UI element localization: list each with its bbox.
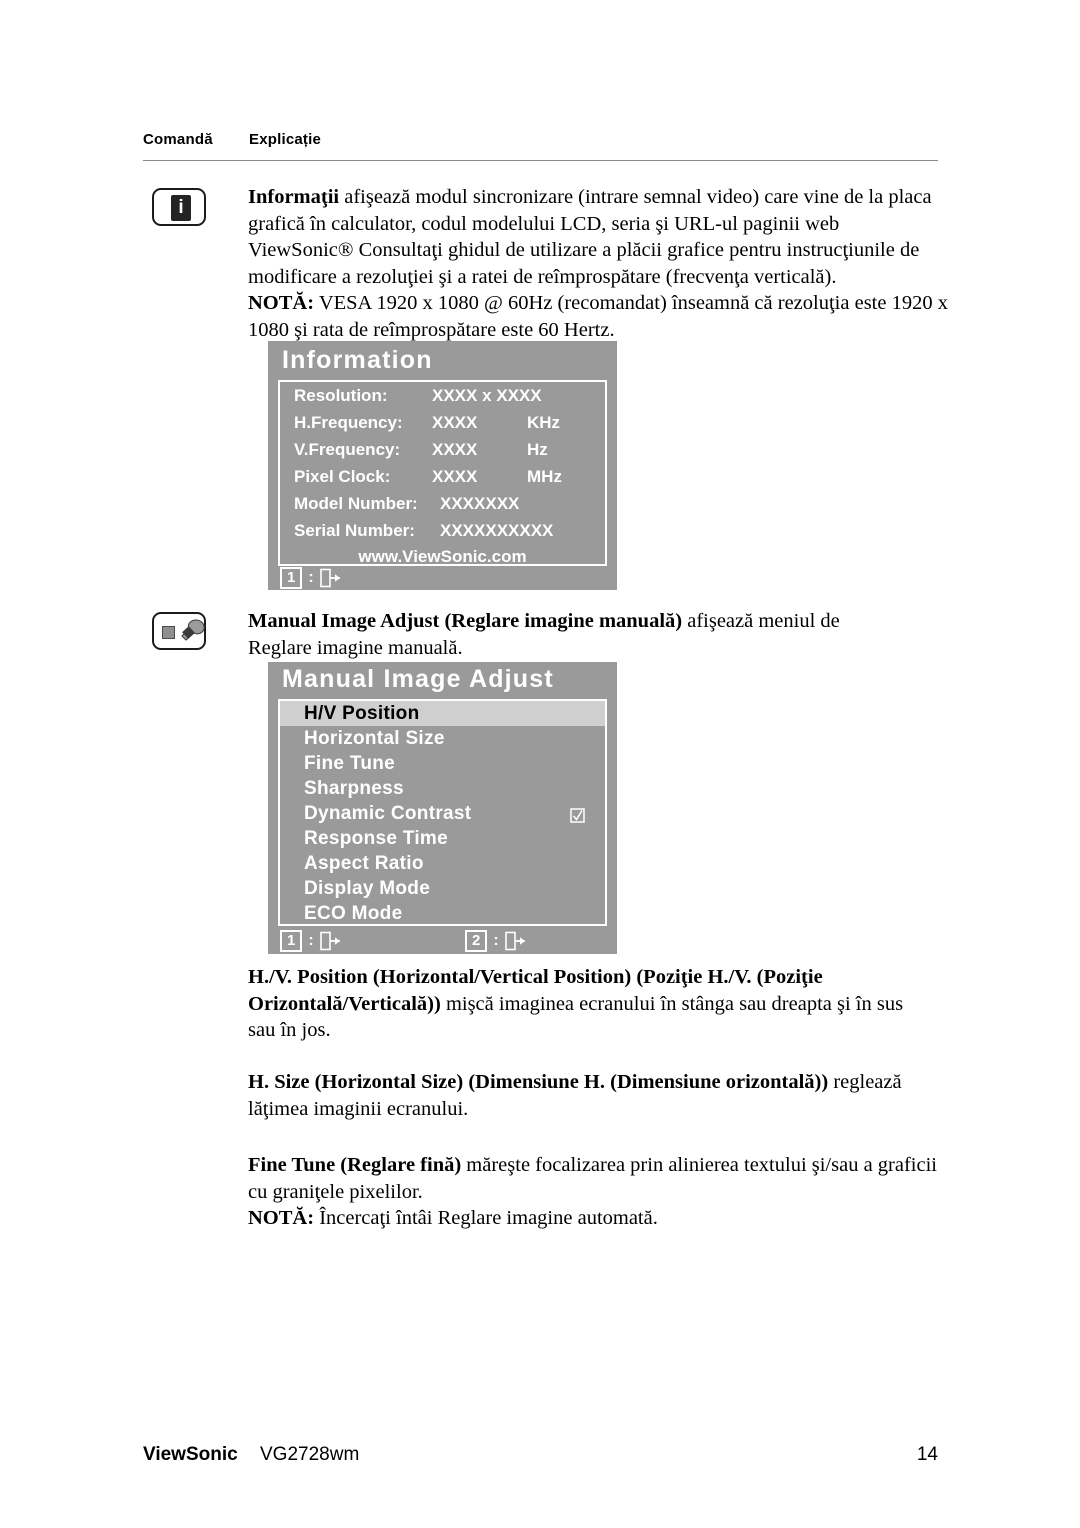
osd-panel-manual-image-adjust: Manual Image Adjust H/V Position Horizon…: [268, 662, 617, 954]
osd-menu-item-label: ECO Mode: [304, 903, 403, 924]
column-header-command: Comandă: [143, 131, 213, 148]
checkbox-checked-icon[interactable]: [570, 805, 585, 823]
osd-info-row-resolution: Resolution: XXXX x XXXX: [280, 382, 605, 409]
osd-manual-title: Manual Image Adjust: [282, 665, 554, 693]
enter-door-icon: [504, 931, 527, 951]
osd-manual-menu-list: H/V Position Horizontal Size Fine Tune S…: [280, 701, 605, 926]
osd-information-body: Resolution: XXXX x XXXX H.Frequency: XXX…: [278, 380, 607, 566]
manual-image-adjust-paragraph: Manual Image Adjust (Reglare imagine man…: [248, 610, 840, 659]
osd-info-label: Model Number:: [294, 494, 418, 513]
document-page: Comandă Explicație Informaţii afişează m…: [0, 0, 1080, 1528]
osd-menu-item-horizontal-size[interactable]: Horizontal Size: [280, 726, 605, 751]
osd-menu-item-sharpness[interactable]: Sharpness: [280, 776, 605, 801]
footer-brand: ViewSonic: [143, 1444, 238, 1465]
osd-info-value: XXXX x XXXX: [432, 386, 542, 405]
osd-footer-colon: :: [308, 569, 314, 586]
exit-door-icon: [319, 568, 342, 588]
column-header-explanation: Explicație: [249, 131, 322, 148]
osd-menu-item-response-time[interactable]: Response Time: [280, 826, 605, 851]
image-square-glyph: [162, 626, 175, 639]
osd-menu-item-label: Dynamic Contrast: [304, 803, 472, 824]
osd-info-value: XXXX: [432, 467, 478, 486]
osd-info-unit: Hz: [527, 440, 548, 459]
osd-menu-item-fine-tune[interactable]: Fine Tune: [280, 751, 605, 776]
info-glyph: [171, 195, 191, 221]
osd-info-unit: KHz: [527, 413, 561, 432]
footer-page-number: 14: [916, 1444, 938, 1465]
osd-menu-item-hv-position[interactable]: H/V Position: [280, 701, 605, 726]
manual-image-adjust-icon: [152, 612, 206, 650]
header-divider: [143, 160, 938, 161]
osd-info-value: XXXX: [432, 440, 478, 459]
osd-info-row-hfrequency: H.Frequency: XXXX KHz: [280, 409, 605, 436]
osd-manual-footer-key2: 2 :: [465, 930, 527, 952]
osd-info-value: XXXX: [432, 413, 478, 432]
hv-position-paragraph: H./V. Position (Horizontal/Vertical Posi…: [248, 966, 904, 1042]
osd-panel-information: Information Resolution: XXXX x XXXX H.Fr…: [268, 341, 617, 590]
osd-key-1: 1: [280, 930, 303, 952]
osd-info-label: H.Frequency:: [294, 413, 403, 432]
osd-info-label: Pixel Clock:: [294, 467, 391, 486]
osd-manual-footer-key1: 1 :: [280, 930, 342, 952]
osd-menu-item-label: Horizontal Size: [304, 728, 445, 749]
osd-menu-item-label: H/V Position: [304, 703, 420, 724]
osd-info-unit: MHz: [527, 467, 562, 486]
fine-tune-paragraph: Fine Tune (Reglare fină) măreşte focaliz…: [248, 1154, 937, 1230]
osd-key-1: 1: [280, 567, 303, 589]
osd-footer-colon: :: [308, 932, 314, 949]
osd-footer-colon: :: [493, 932, 499, 949]
osd-menu-item-label: Fine Tune: [304, 753, 396, 774]
osd-manual-body: H/V Position Horizontal Size Fine Tune S…: [278, 699, 607, 926]
osd-menu-item-display-mode[interactable]: Display Mode: [280, 876, 605, 901]
osd-menu-item-aspect-ratio[interactable]: Aspect Ratio: [280, 851, 605, 876]
osd-menu-item-eco-mode[interactable]: ECO Mode: [280, 901, 605, 926]
osd-info-value: XXXXXXXXXX: [440, 521, 554, 540]
osd-menu-item-label: Response Time: [304, 828, 448, 849]
osd-info-label: Serial Number:: [294, 521, 415, 540]
osd-info-row-vfrequency: V.Frequency: XXXX Hz: [280, 436, 605, 463]
osd-info-row-pixelclock: Pixel Clock: XXXX MHz: [280, 463, 605, 490]
osd-info-url: www.ViewSonic.com: [358, 547, 527, 566]
h-size-paragraph: H. Size (Horizontal Size) (Dimensiune H.…: [248, 1071, 902, 1120]
osd-menu-item-label: Aspect Ratio: [304, 853, 424, 874]
osd-info-label: Resolution:: [294, 386, 388, 405]
information-paragraph: Informaţii afişează modul sincronizare (…: [248, 186, 948, 341]
osd-info-row-serialnumber: Serial Number: XXXXXXXXXX: [280, 517, 605, 544]
osd-info-value: XXXXXXX: [440, 494, 520, 513]
osd-menu-item-label: Display Mode: [304, 878, 431, 899]
osd-menu-item-label: Sharpness: [304, 778, 404, 799]
footer-model: VG2728wm: [260, 1444, 360, 1465]
osd-information-rows: Resolution: XXXX x XXXX H.Frequency: XXX…: [280, 382, 605, 569]
osd-key-2: 2: [465, 930, 488, 952]
osd-information-title: Information: [282, 346, 433, 374]
osd-menu-item-dynamic-contrast[interactable]: Dynamic Contrast: [280, 801, 605, 826]
osd-information-footer: 1 :: [280, 567, 342, 589]
osd-info-label: V.Frequency:: [294, 440, 401, 459]
wrench-glyph: [176, 617, 206, 647]
osd-info-row-modelnumber: Model Number: XXXXXXX: [280, 490, 605, 517]
information-icon: [152, 188, 206, 226]
exit-door-icon: [319, 931, 342, 951]
